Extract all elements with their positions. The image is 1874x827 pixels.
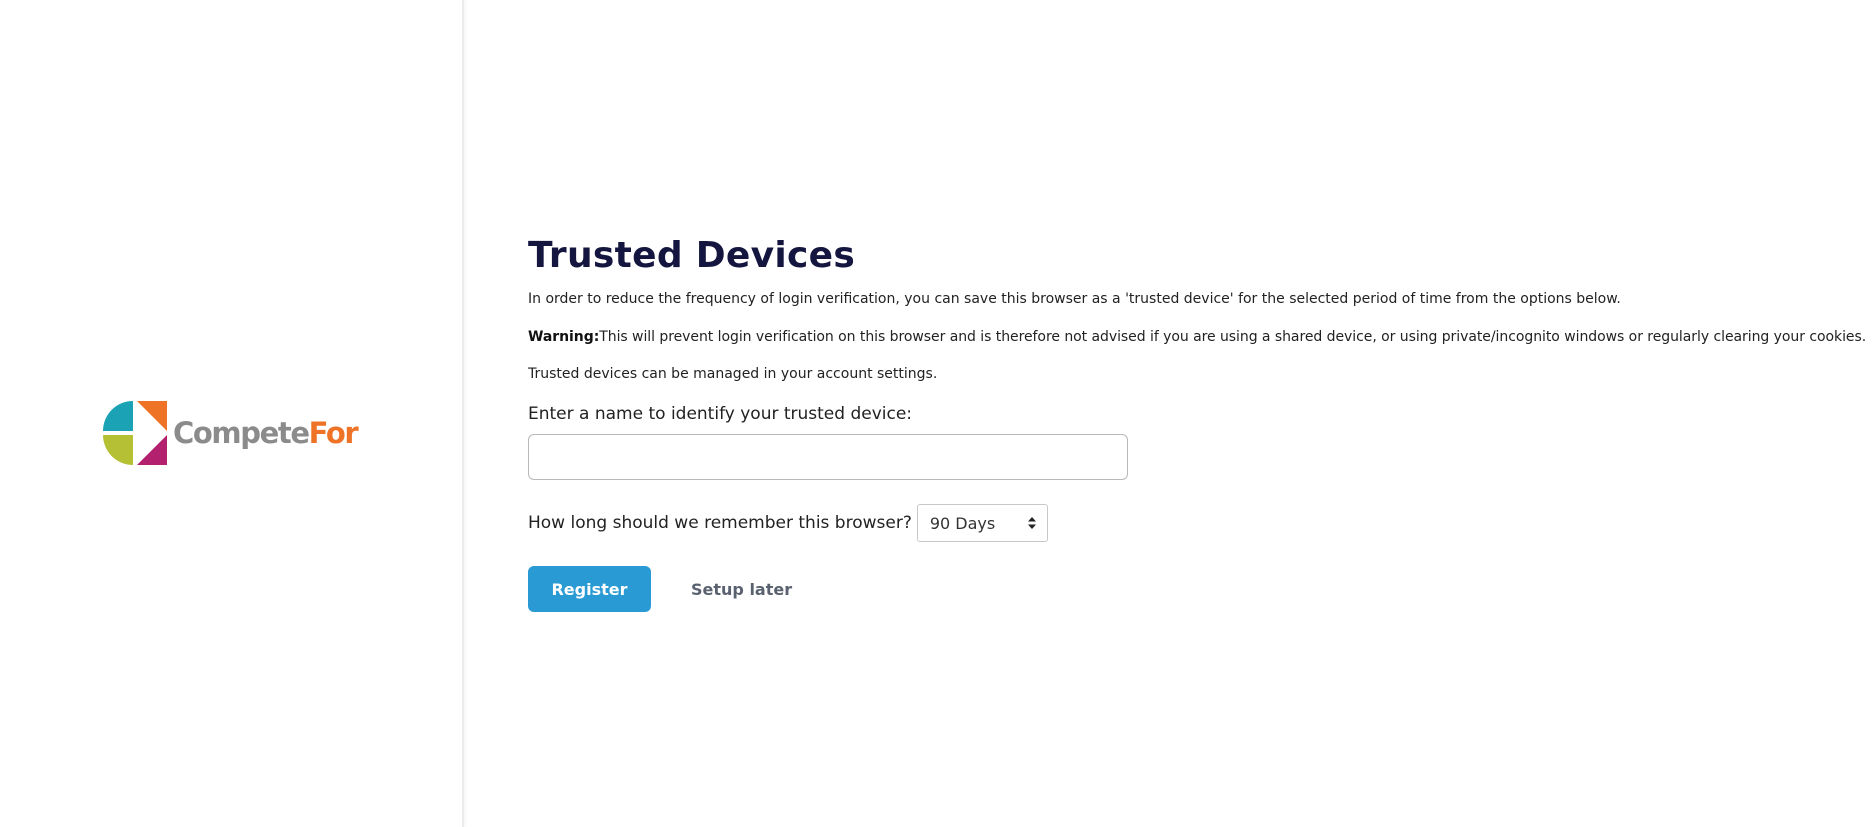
intro-text: In order to reduce the frequency of logi… xyxy=(528,291,1621,307)
form-actions: Register Setup later xyxy=(528,566,1858,612)
sidebar: CompeteFor xyxy=(0,0,464,827)
register-button[interactable]: Register xyxy=(528,566,651,612)
remember-duration-value: 90 Days xyxy=(929,513,996,533)
remember-label: How long should we remember this browser… xyxy=(528,513,912,533)
page-title: Trusted Devices xyxy=(528,235,856,276)
managed-note: Trusted devices can be managed in your a… xyxy=(528,366,938,382)
logo-wordmark: CompeteFor xyxy=(173,415,359,450)
trusted-devices-panel: Trusted Devices In order to reduce the f… xyxy=(528,232,1866,612)
logo-mark-icon xyxy=(103,401,167,465)
device-name-label: Enter a name to identify your trusted de… xyxy=(528,404,913,424)
remember-row: How long should we remember this browser… xyxy=(528,504,1858,542)
warning-message: This will prevent login verification on … xyxy=(599,329,1867,345)
warning-label: Warning: xyxy=(528,329,600,345)
warning-text: Warning:This will prevent login verifica… xyxy=(528,328,1866,346)
select-arrows-icon xyxy=(1027,517,1036,529)
competefor-logo: CompeteFor xyxy=(101,399,359,467)
remember-duration-select[interactable]: 90 Days xyxy=(916,504,1048,542)
device-name-input[interactable] xyxy=(528,434,1128,480)
setup-later-link[interactable]: Setup later xyxy=(691,580,792,599)
